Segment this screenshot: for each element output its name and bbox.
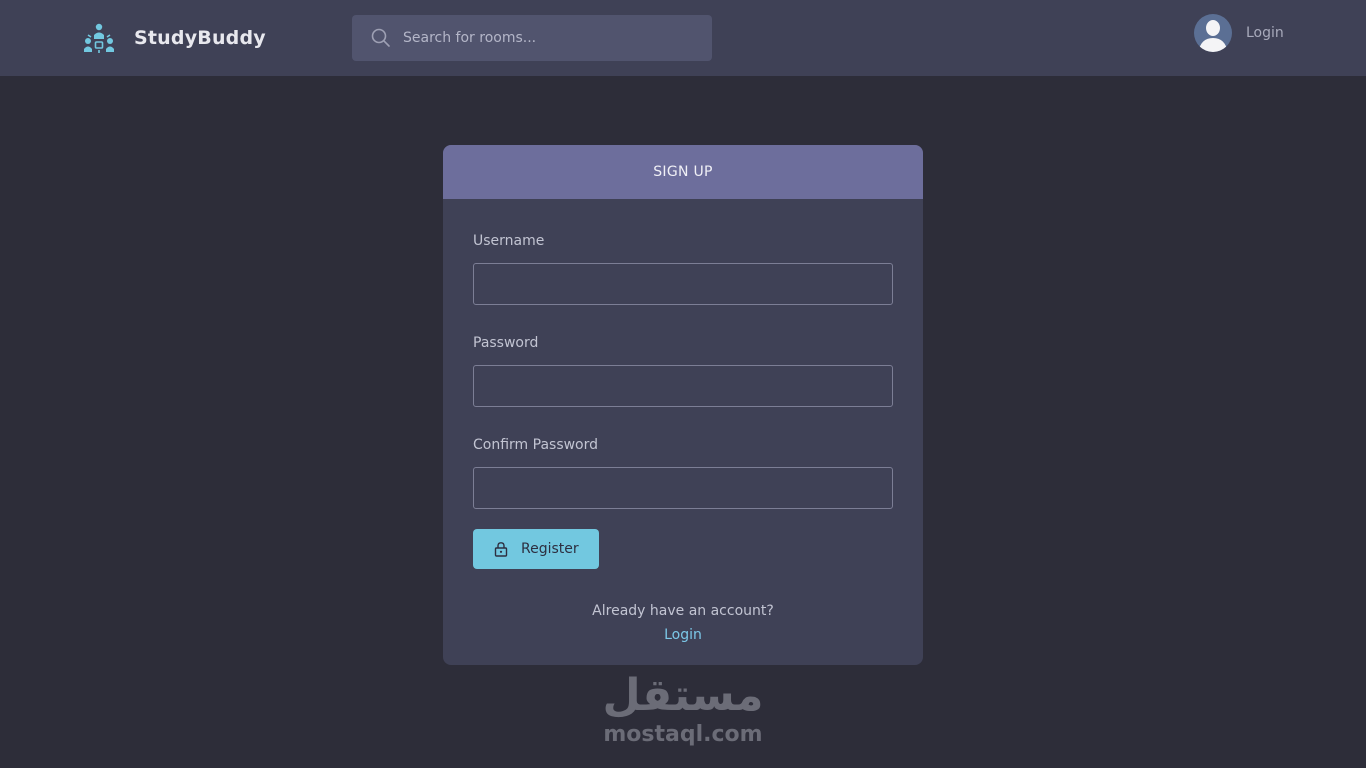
study-group-logo-icon — [84, 23, 114, 53]
register-button[interactable]: Register — [473, 529, 599, 569]
username-label: Username — [473, 233, 545, 249]
password-field[interactable] — [473, 365, 893, 407]
confirm-password-label: Confirm Password — [473, 437, 599, 453]
search-input[interactable] — [403, 30, 683, 46]
lock-icon — [494, 542, 508, 557]
login-link[interactable]: Login — [473, 627, 893, 643]
watermark-latin: mostaql.com — [603, 722, 763, 747]
search-icon — [371, 28, 390, 47]
confirm-password-field[interactable] — [473, 467, 893, 509]
account-prompt: Already have an account? — [592, 603, 774, 619]
brand[interactable]: StudyBuddy — [82, 20, 266, 56]
search-bar[interactable] — [352, 15, 712, 61]
user-menu[interactable]: Login — [1194, 14, 1284, 52]
brand-name: StudyBuddy — [134, 27, 266, 49]
signup-card: SIGN UP Username Password Confirm Passwo… — [443, 145, 923, 665]
top-nav-bar: StudyBuddy Login — [0, 0, 1366, 76]
watermark-arabic: مستقل — [602, 670, 764, 721]
username-field[interactable] — [473, 263, 893, 305]
password-label: Password — [473, 335, 539, 351]
signup-title: SIGN UP — [443, 145, 923, 199]
signup-form: Username Password Confirm Password Regis… — [443, 199, 923, 643]
avatar-icon[interactable] — [1194, 14, 1232, 52]
watermark: مستقل mostaql.com — [590, 670, 776, 756]
register-label: Register — [521, 541, 579, 557]
nav-login-link[interactable]: Login — [1246, 25, 1284, 41]
